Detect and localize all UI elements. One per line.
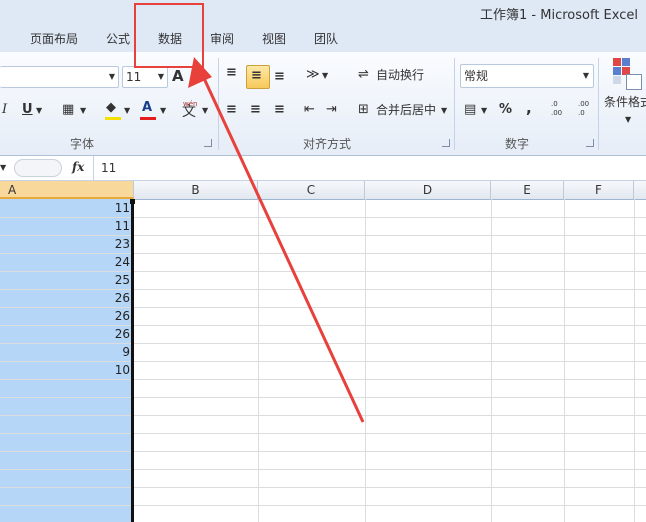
arrow-shaft: [200, 73, 365, 423]
arrow-head: [188, 57, 212, 88]
annotation-arrow: [188, 57, 365, 423]
